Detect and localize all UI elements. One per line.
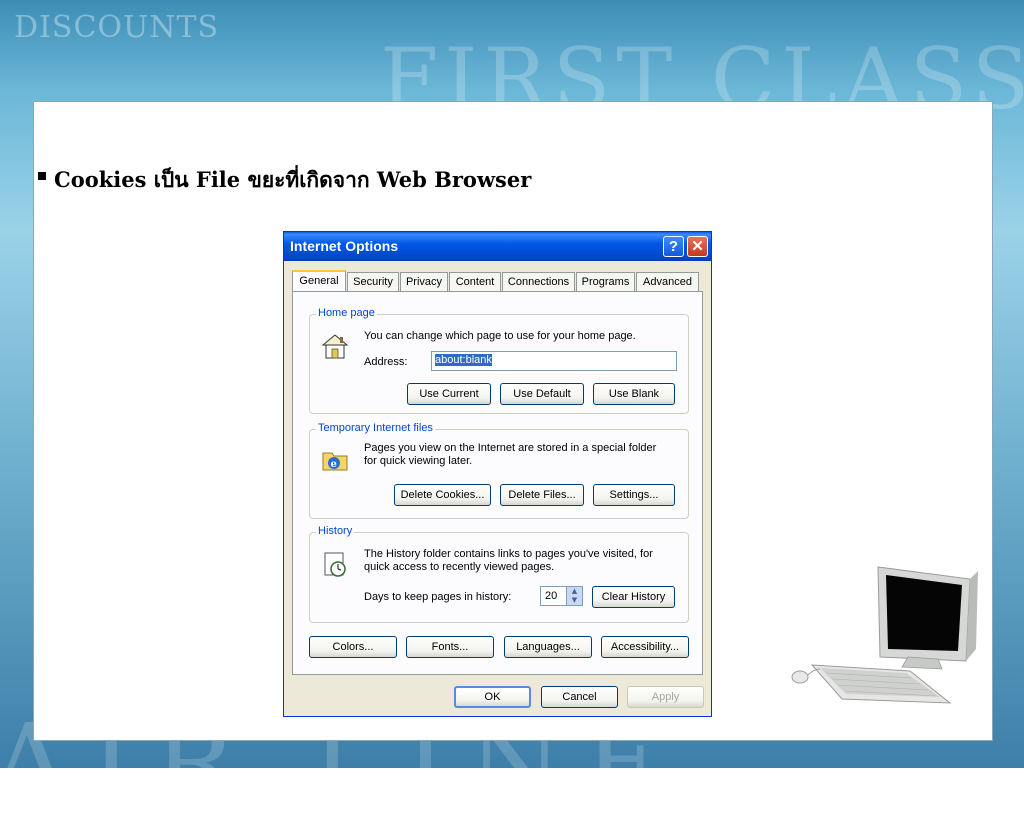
tab-programs[interactable]: Programs [576, 272, 635, 291]
use-current-button[interactable]: Use Current [407, 383, 491, 405]
cancel-button[interactable]: Cancel [541, 686, 618, 708]
bullet-text: Cookies เป็น File ขยะที่เกิดจาก Web Brow… [54, 167, 532, 192]
apply-button[interactable]: Apply [627, 686, 704, 708]
fonts-button[interactable]: Fonts... [406, 636, 494, 658]
temp-files-description-2: for quick viewing later. [364, 455, 473, 467]
svg-text:e: e [331, 459, 337, 470]
bullet-square-icon [38, 171, 46, 180]
history-description-2: quick access to recently viewed pages. [364, 561, 555, 573]
delete-cookies-button[interactable]: Delete Cookies... [394, 484, 491, 506]
tab-content[interactable]: Content [449, 272, 501, 291]
tab-advanced[interactable]: Advanced [636, 272, 699, 291]
delete-files-button[interactable]: Delete Files... [500, 484, 584, 506]
help-button[interactable]: ? [663, 236, 684, 257]
home-page-group: Home page You can change which page to u… [309, 307, 689, 414]
tab-security[interactable]: Security [347, 272, 399, 291]
colors-button[interactable]: Colors... [309, 636, 397, 658]
ok-button[interactable]: OK [454, 686, 531, 708]
dialog-title: Internet Options [290, 238, 399, 254]
use-blank-button[interactable]: Use Blank [593, 383, 675, 405]
stepper-up-icon[interactable]: ▲ [567, 587, 582, 596]
slide-bullet: Cookies เป็น File ขยะที่เกิดจาก Web Brow… [38, 164, 531, 197]
days-label: Days to keep pages in history: [364, 591, 512, 603]
languages-button[interactable]: Languages... [504, 636, 592, 658]
history-group: History The History folder contains link… [309, 525, 689, 623]
days-value: 20 [545, 590, 558, 602]
home-page-label: Home page [316, 307, 377, 319]
temp-files-group: Temporary Internet files e Pages you vie… [309, 422, 689, 519]
history-label: History [316, 525, 355, 537]
clear-history-button[interactable]: Clear History [592, 586, 675, 608]
stepper-down-icon[interactable]: ▼ [567, 596, 582, 605]
history-clock-icon [324, 552, 346, 577]
computer-illustration [791, 566, 978, 704]
home-house-icon [321, 334, 349, 359]
home-page-description: You can change which page to use for you… [364, 330, 636, 342]
tab-general[interactable]: General [292, 270, 346, 292]
tab-connections[interactable]: Connections [502, 272, 575, 291]
close-button[interactable]: ✕ [687, 236, 708, 257]
temp-files-label: Temporary Internet files [316, 422, 435, 434]
stepper-arrows[interactable]: ▲ ▼ [566, 587, 582, 605]
address-label: Address: [364, 356, 408, 368]
bg-word-discounts: DISCOUNTS [14, 10, 220, 45]
history-description-1: The History folder contains links to pag… [364, 548, 653, 560]
address-input[interactable]: about:blank [431, 351, 677, 371]
address-value: about:blank [435, 354, 492, 366]
accessibility-button[interactable]: Accessibility... [601, 636, 689, 658]
general-tab-page: Home page You can change which page to u… [292, 291, 703, 675]
settings-button[interactable]: Settings... [593, 484, 675, 506]
internet-options-dialog: Internet Options ? ✕ General Security Pr… [283, 231, 712, 717]
use-default-button[interactable]: Use Default [500, 383, 584, 405]
days-stepper[interactable]: 20 ▲ ▼ [540, 586, 583, 606]
ie-folder-icon: e [322, 452, 348, 471]
tab-privacy[interactable]: Privacy [400, 272, 448, 291]
temp-files-description-1: Pages you view on the Internet are store… [364, 442, 657, 454]
dialog-title-bar[interactable]: Internet Options ? ✕ [284, 232, 711, 261]
